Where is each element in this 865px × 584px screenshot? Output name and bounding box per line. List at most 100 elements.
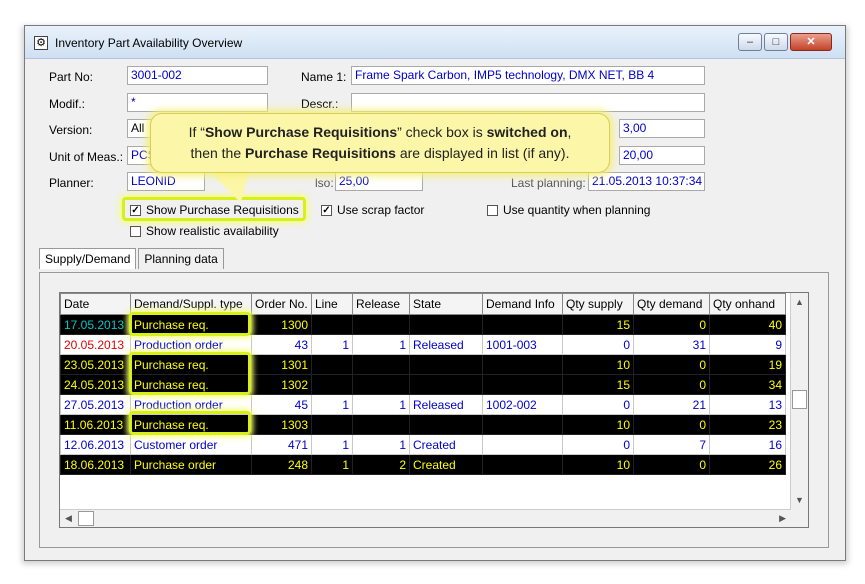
right-field-1[interactable]: 3,00 <box>619 119 705 138</box>
table-cell: 11.06.2013 <box>60 414 131 435</box>
table-cell: 1001-003 <box>482 334 563 355</box>
table-cell <box>709 474 786 495</box>
table-cell <box>352 474 410 495</box>
minimize-button[interactable]: – <box>738 33 762 51</box>
table-cell: 248 <box>251 454 312 475</box>
table-cell: 0 <box>562 394 634 415</box>
obscured-label: lso: <box>315 176 334 190</box>
table-cell: 1 <box>311 434 353 455</box>
table-cell: 1302 <box>251 374 312 395</box>
modif-label: Modif.: <box>49 97 86 111</box>
table-cell: 7 <box>633 434 710 455</box>
table-cell: 0 <box>562 434 634 455</box>
table-cell <box>409 414 483 435</box>
table-cell <box>311 354 353 375</box>
table-cell: 1301 <box>251 354 312 375</box>
table-cell <box>352 414 410 435</box>
column-header[interactable]: Qty supply <box>562 293 634 315</box>
column-header[interactable]: Qty demand <box>633 293 710 315</box>
table-cell <box>352 354 410 375</box>
use-scrap-factor-checkbox[interactable]: ✓ Use scrap factor <box>321 203 424 217</box>
callout-note: If “Show Purchase Requisitions” check bo… <box>150 113 610 173</box>
table-cell <box>482 474 563 495</box>
table-cell: 15 <box>562 314 634 335</box>
table-cell <box>130 474 252 495</box>
table-row[interactable]: 12.06.2013 Customer order 471 1 1 Created 0 7 16 <box>60 434 786 455</box>
use-scrap-factor-label: Use scrap factor <box>337 203 425 217</box>
table-cell <box>482 374 563 395</box>
scroll-left-icon[interactable]: ◀ <box>65 513 72 524</box>
table-cell: 24.05.2013 <box>60 374 131 395</box>
right-field-2[interactable]: 20,00 <box>619 146 705 165</box>
part-no-field[interactable]: 3001-002 <box>127 66 268 85</box>
table-cell <box>482 454 563 475</box>
table-cell: 1300 <box>251 314 312 335</box>
table-cell: Purchase order <box>130 454 252 475</box>
show-realistic-availability-checkbox[interactable]: Show realistic availability <box>130 224 279 238</box>
highlight-row-6 <box>129 411 251 435</box>
table-cell: 0 <box>633 414 710 435</box>
table-cell <box>482 434 563 455</box>
highlight-row-3-4 <box>129 352 251 395</box>
callout-text: If “ <box>188 124 205 140</box>
table-cell: 15 <box>562 374 634 395</box>
checkbox-check-icon: ✓ <box>321 204 332 216</box>
tab-planning-data[interactable]: Planning data <box>138 248 224 269</box>
use-quantity-when-planning-checkbox[interactable]: Use quantity when planning <box>487 203 650 217</box>
scroll-right-icon[interactable]: ▶ <box>779 513 786 524</box>
table-cell: 45 <box>251 394 312 415</box>
scroll-thumb-horizontal[interactable] <box>78 511 94 526</box>
scroll-thumb[interactable] <box>792 390 807 409</box>
table-cell <box>482 314 563 335</box>
column-header[interactable]: Demand Info <box>482 293 563 315</box>
table-cell <box>251 474 312 495</box>
descr-field[interactable] <box>351 93 705 112</box>
version-label: Version: <box>49 123 93 137</box>
close-button[interactable]: ✕ <box>790 33 832 51</box>
table-cell: 0 <box>633 374 710 395</box>
table-cell <box>482 354 563 375</box>
planner-field[interactable]: LEONID <box>127 172 205 191</box>
table-cell: 0 <box>633 354 710 375</box>
main-window: ⚙ Inventory Part Availability Overview –… <box>24 25 846 561</box>
callout-bold: switched on <box>486 124 568 140</box>
callout-text: are displayed in list (if any). <box>395 145 570 161</box>
column-header[interactable]: State <box>409 293 483 315</box>
scroll-down-icon[interactable]: ▼ <box>795 495 804 505</box>
descr-label: Descr.: <box>301 97 339 111</box>
table-row-empty <box>60 474 786 495</box>
column-header[interactable]: Release <box>352 293 410 315</box>
table-cell: 31 <box>633 334 710 355</box>
column-header[interactable]: Line <box>311 293 353 315</box>
vertical-scrollbar[interactable]: ▲ ▼ <box>790 293 808 527</box>
table-cell: 20.05.2013 <box>60 334 131 355</box>
column-header[interactable]: Date <box>60 293 131 315</box>
maximize-button[interactable]: □ <box>764 33 788 51</box>
title-bar[interactable]: ⚙ Inventory Part Availability Overview –… <box>25 26 845 59</box>
table-cell <box>352 374 410 395</box>
last-planning-label: Last planning: <box>511 176 586 190</box>
modif-field[interactable]: * <box>127 93 268 112</box>
table-cell: Released <box>409 394 483 415</box>
column-header[interactable]: Order No. <box>251 293 312 315</box>
table-cell <box>482 414 563 435</box>
table-cell: 10 <box>562 354 634 375</box>
uom-label: Unit of Meas.: <box>49 150 124 164</box>
column-header[interactable]: Qty onhand <box>709 293 786 315</box>
table-row[interactable]: 18.06.2013 Purchase order 248 1 2 Created 10 0 2… <box>60 454 786 475</box>
table-cell: 9 <box>709 334 786 355</box>
table-cell: Created <box>409 454 483 475</box>
table-cell: 12.06.2013 <box>60 434 131 455</box>
table-cell: 1303 <box>251 414 312 435</box>
table-cell <box>311 474 353 495</box>
table-cell: 23.05.2013 <box>60 354 131 375</box>
name1-field[interactable]: Frame Spark Carbon, IMP5 technology, DMX… <box>351 66 705 85</box>
last-planning-field[interactable]: 21.05.2013 10:37:34 <box>588 172 705 191</box>
horizontal-scrollbar[interactable]: ◀ ▶ <box>60 509 791 527</box>
app-icon: ⚙ <box>34 36 48 50</box>
tab-supply-demand[interactable]: Supply/Demand <box>39 248 137 269</box>
obscured-field[interactable]: 25,00 <box>335 172 423 191</box>
table-cell <box>409 314 483 335</box>
highlight-checkbox <box>122 197 306 221</box>
scroll-up-icon[interactable]: ▲ <box>795 297 804 307</box>
